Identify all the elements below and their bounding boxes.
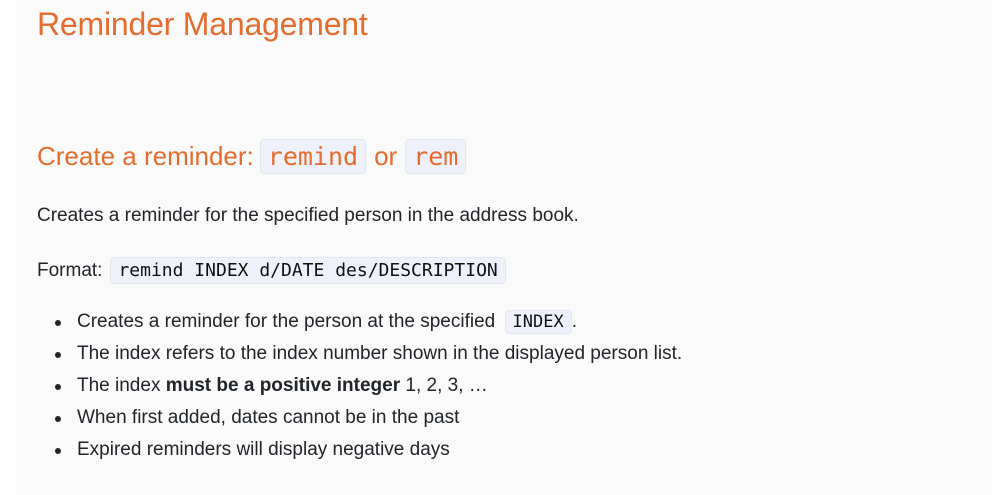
- note-suffix: .: [571, 311, 577, 332]
- note-text: The index refers to the index number sho…: [77, 343, 683, 364]
- note-text: 1, 2, 3, …: [405, 375, 488, 396]
- format-line: Format: remind INDEX d/DATE des/DESCRIPT…: [37, 257, 506, 284]
- doc-page: Reminder Management Create a reminder: r…: [16, 0, 992, 495]
- section-heading-prefix: Create a reminder:: [37, 141, 254, 171]
- note-text: When first added, dates cannot be in the…: [77, 407, 460, 428]
- usage-notes-list: Creates a reminder for the person at the…: [37, 306, 682, 466]
- list-item: The index must be a positive integer 1, …: [37, 370, 682, 402]
- command-remind: remind: [259, 139, 367, 174]
- index-code: INDEX: [504, 310, 572, 334]
- page-title: Reminder Management: [37, 6, 368, 42]
- format-code: remind INDEX d/DATE des/DESCRIPTION: [110, 257, 506, 284]
- note-text: Expired reminders will display negative …: [77, 439, 450, 460]
- section-heading-create-reminder: Create a reminder: remind or rem: [37, 139, 472, 174]
- list-item: The index refers to the index number sho…: [37, 338, 682, 370]
- command-description: Creates a reminder for the specified per…: [37, 205, 579, 226]
- list-item: When first added, dates cannot be in the…: [37, 402, 682, 434]
- note-emphasis: must be a positive integer: [165, 375, 401, 396]
- list-item: Creates a reminder for the person at the…: [37, 306, 682, 338]
- format-label: Format:: [37, 259, 103, 281]
- section-heading-or: or: [374, 141, 398, 171]
- note-text: Creates a reminder for the person at the…: [77, 311, 496, 332]
- note-text: The index: [77, 375, 161, 396]
- list-item: Expired reminders will display negative …: [37, 434, 682, 466]
- command-rem: rem: [405, 139, 467, 174]
